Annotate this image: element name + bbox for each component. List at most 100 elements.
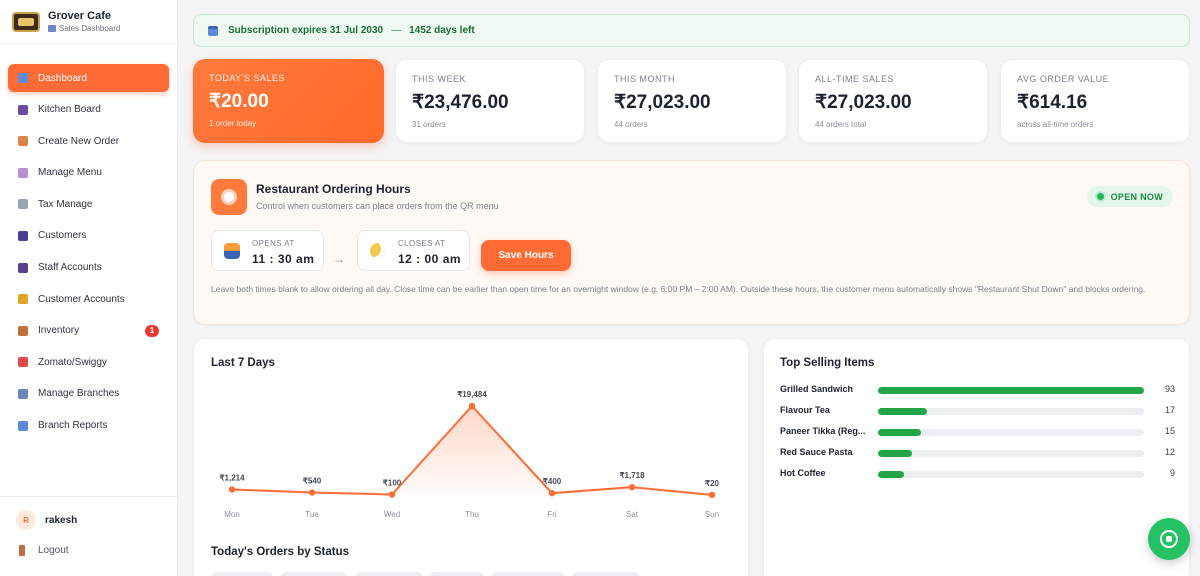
user-name: rakesh [45,514,78,526]
item-count: 93 [1164,384,1175,394]
data-point-mon[interactable] [228,486,236,493]
sidebar-item-kitchen-board[interactable]: Kitchen Board [8,96,169,124]
data-label: ₹1,718 [619,471,645,480]
item-name: Hot Coffee [780,468,826,478]
sidebar-item-manage-menu[interactable]: Manage Menu [8,159,169,187]
logout-icon [19,545,25,556]
closes-at-field[interactable]: CLOSES AT 12 : 00 am [357,230,470,271]
sales-chart-card: Last 7 Days ₹1,214 Mon ₹540 Tue ₹100 Wed ₹19,4… [193,338,749,576]
sidebar-item-dashboard[interactable]: Dashboard [8,64,169,92]
status-pill[interactable] [281,572,347,576]
stat-sub: across all-time orders [1017,120,1094,129]
moon-icon [370,243,386,259]
status-pill[interactable] [430,572,484,576]
item-bar-track [878,429,1144,436]
sidebar-item-create-new-order[interactable]: Create New Order [8,127,169,155]
status-pill[interactable] [211,572,273,576]
logout-label: Logout [38,545,69,556]
menu-book-icon [18,167,28,178]
sales-chart-title: Last 7 Days [211,357,275,369]
lock-icon [18,294,28,305]
sales-line-chart: ₹1,214 Mon ₹540 Tue ₹100 Wed ₹19,484 Thu ₹400 Fri… [219,390,720,519]
sidebar-item-customers[interactable]: Customers [8,222,169,250]
sidebar-item-label: Zomato/Swiggy [38,356,107,368]
subscription-banner: Subscription expires 31 Jul 2030 — 1452 … [193,14,1190,47]
closes-label: CLOSES AT [398,239,446,248]
sidebar-item-customer-accounts[interactable]: Customer Accounts [8,285,169,313]
item-count: 15 [1164,426,1175,436]
status-pill[interactable] [572,572,640,576]
item-name: Flavour Tea [780,405,830,415]
stat-card-avg: AVG ORDER VALUE ₹614.16 across all-time … [1000,59,1190,143]
ordering-hours-card: Restaurant Ordering Hours Control when c… [193,160,1190,325]
data-point-wed[interactable] [388,491,396,498]
item-bar-fill [878,387,1144,394]
item-bar-fill [878,450,913,457]
logout-button[interactable]: Logout [19,545,69,556]
brand-subtitle-text: Sales Dashboard [59,24,121,33]
stat-label: ALL-TIME SALES [815,74,895,84]
status-pill[interactable] [491,572,565,576]
data-point-sat[interactable] [628,483,636,491]
data-point-fri[interactable] [548,489,556,497]
brand-title: Grover Cafe [48,10,111,22]
data-label: ₹1,214 [219,473,245,482]
user-profile[interactable]: R rakesh [16,510,77,530]
status-pill[interactable] [355,572,423,576]
whatsapp-icon [1160,530,1178,548]
magnifier-icon [18,104,28,115]
item-name: Grilled Sandwich [780,384,854,394]
whatsapp-button[interactable] [1148,518,1190,560]
sidebar-item-manage-branches[interactable]: Manage Branches [8,380,169,408]
sidebar-item-label: Inventory [38,325,80,337]
data-point-tue[interactable] [308,489,316,496]
open-status-badge: OPEN NOW [1086,186,1173,207]
stat-label: THIS WEEK [412,74,467,84]
stat-label: THIS MONTH [614,74,675,84]
alarm-clock-icon [211,179,247,215]
sidebar-item-branch-reports[interactable]: Branch Reports [8,412,169,440]
sidebar-item-inventory[interactable]: Inventory 1 [8,317,169,345]
sidebar-nav: Dashboard Kitchen Board Create New Order Ma… [0,44,177,440]
data-point-sun[interactable] [708,491,716,499]
stat-value: ₹27,023.00 [815,92,912,113]
sidebar-item-zomato-swiggy[interactable]: Zomato/Swiggy [8,348,169,376]
sidebar-item-label: Manage Menu [38,167,102,179]
save-hours-button[interactable]: Save Hours [481,240,571,271]
item-bar-fill [878,471,904,478]
sidebar-item-label: Kitchen Board [38,104,101,116]
top-item-row: Red Sauce Pasta 12 [780,447,1175,461]
sunrise-icon [224,243,240,259]
sidebar-item-label: Customer Accounts [38,293,125,305]
top-selling-title: Top Selling Items [780,357,875,369]
brand-subtitle: Sales Dashboard [48,24,120,33]
document-icon [18,199,28,210]
stat-card-week: THIS WEEK ₹23,476.00 31 orders [395,59,585,143]
brand: Grover Cafe Sales Dashboard [0,0,177,44]
stat-sub: 44 orders [614,120,648,129]
status-dot-icon [1096,193,1104,200]
data-point-thu[interactable] [468,402,476,410]
stat-card-month: THIS MONTH ₹27,023.00 44 orders [597,59,787,143]
hours-subtitle: Control when customers can place orders … [256,201,499,211]
closes-value: 12 : 00 am [398,252,462,266]
opens-at-field[interactable]: OPENS AT 11 : 30 am [211,230,324,271]
data-label: ₹20 [705,479,720,488]
subscription-text: Subscription expires 31 Jul 2030 [228,25,384,36]
hours-note: Leave both times blank to allow ordering… [211,284,1146,294]
sidebar-item-tax-manage[interactable]: Tax Manage [8,190,169,218]
sidebar-item-label: Dashboard [38,72,87,84]
stat-card-alltime: ALL-TIME SALES ₹27,023.00 44 orders tota… [798,59,988,143]
top-item-row: Hot Coffee 9 [780,468,1175,482]
stat-sub: 44 orders total [815,120,867,129]
cafe-logo [12,11,40,32]
sidebar-item-label: Customers [38,230,87,242]
stat-card-today: TODAY'S SALES ₹20.00 1 order today [193,59,384,143]
stat-value: ₹614.16 [1017,92,1088,113]
sidebar-item-staff-accounts[interactable]: Staff Accounts [8,254,169,282]
top-item-row: Flavour Tea 17 [780,405,1175,419]
item-count: 9 [1169,468,1175,478]
stat-value: ₹27,023.00 [614,92,711,113]
inventory-alert-badge: 1 [145,324,159,337]
sidebar-item-label: Branch Reports [38,420,108,432]
